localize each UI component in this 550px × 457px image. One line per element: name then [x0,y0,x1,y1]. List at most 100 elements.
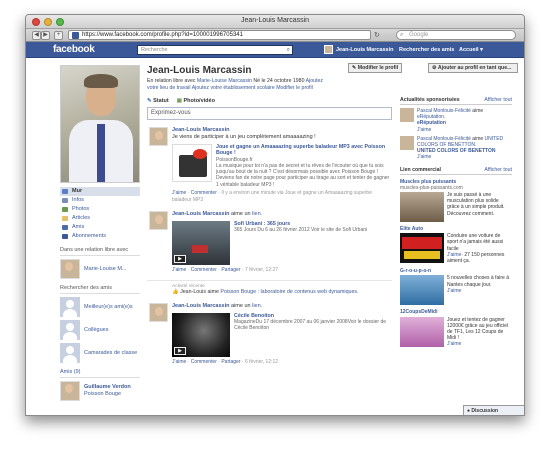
facebook-top-bar: facebook Recherche ⌕ Jean-Louis Marcassin… [26,42,524,58]
like-link[interactable]: J'aime [447,288,461,294]
attachment-title[interactable]: Joue et gagne un Amaaaazing superbe bala… [216,144,392,157]
menu-item-info[interactable]: Infos [60,196,140,205]
comment-link[interactable]: Commenter [191,190,217,196]
friends-title[interactable]: Amis (9) [60,369,140,378]
like-link[interactable]: J'aime [172,359,186,365]
find-friends-best[interactable]: Meilleur(e)s ami(e)s [60,297,140,317]
like-link[interactable]: J'aime [417,127,431,133]
ad-image[interactable] [400,275,444,306]
ad-item[interactable]: Elite Auto Conduire une voiture de sport… [400,226,512,264]
edit-profile-link[interactable]: Modifier le profil [276,85,313,91]
like-link[interactable]: J'aime [447,341,461,347]
like-link[interactable]: J'aime [447,252,461,258]
ad-title[interactable]: 12CoupsDeMidi [400,309,512,315]
page-content: Mur Infos Photos Articles Amis Abonnemen… [26,59,524,415]
find-friends-colleagues[interactable]: Collègues [60,320,140,340]
ad-title[interactable]: Elite Auto [400,226,512,232]
sponsor-page-title[interactable]: UNITED COLORS OF BENETTON [417,148,496,154]
tab-status-label: Statut [153,98,169,104]
edit-profile-button[interactable]: ✎ Modifier le profil [348,63,403,73]
sponsor-avatar[interactable] [400,108,414,122]
address-bar[interactable]: https://www.facebook.com/profile.php?id=… [68,30,371,40]
sponsor-page-title[interactable]: eRéputation [417,120,446,126]
profile-picture[interactable] [60,65,140,183]
ad-image[interactable] [400,233,444,264]
menu-item-friends[interactable]: Amis [60,223,140,232]
ad-item[interactable]: 12CoupsDeMidi Jouez et tentez de gagner … [400,309,512,347]
edit-profile-label: Modifier le profil [357,65,399,71]
post-author[interactable]: Jean-Louis Marcassin [172,127,229,133]
tab-status[interactable]: ✎ Statut [147,98,169,104]
like-link[interactable]: J'aime [172,190,186,196]
google-search-field[interactable]: ⌕ Google [396,30,516,40]
comment-link[interactable]: Commenter [191,267,217,273]
ad-image[interactable] [400,192,444,223]
ad-item[interactable]: G-r-o-u-p-o-n 5 nouvelles choses à faire… [400,268,512,306]
ad-title[interactable]: G-r-o-u-p-o-n [400,268,512,274]
author-avatar[interactable] [149,211,168,231]
post-object-link[interactable]: lien. [252,211,262,217]
share-link[interactable]: Partager [221,359,240,365]
reload-icon[interactable]: ↻ [374,31,380,39]
friend-item[interactable]: Guillaume Verdon Poisson Bouge [60,381,140,401]
share-link[interactable]: Partager [221,267,240,273]
menu-item-wall[interactable]: Mur [60,187,140,196]
post-meta: J'aime · Commenter · Partager · 7 févrie… [172,267,279,274]
activity-text: Jean-Louis aime [180,289,221,296]
relation-section-title: Dans une relation libre avec [60,247,140,256]
play-icon[interactable]: ▶ [174,255,186,264]
silhouette-icon [60,343,80,363]
add-school-link[interactable]: Ajoutez votre établissement scolaire [191,85,277,91]
play-icon[interactable]: ▶ [174,346,186,355]
chat-bar[interactable]: ● Discussion instantanée (15) [463,405,524,415]
relation-person[interactable]: Marie-Louise M... [60,259,140,279]
find-friends-classmates[interactable]: Camarades de classe [60,343,140,363]
post-author[interactable]: Jean-Louis Marcassin [172,303,229,309]
back-button[interactable]: ◀ [32,31,41,40]
video-thumbnail[interactable]: ▶ [172,312,230,357]
sponsor-page-link[interactable]: eRéputation. [417,114,445,120]
post-object-link[interactable]: lien. [252,303,262,309]
feed-post: Jean-Louis Marcassin aime un lien. ▶ Sof… [147,211,392,274]
menu-item-subscriptions[interactable]: Abonnements [60,232,140,241]
sponsor-avatar[interactable] [400,135,414,150]
video-thumbnail[interactable]: ▶ [172,221,230,266]
menu-item-notes[interactable]: Articles [60,214,140,223]
user-profile-link[interactable]: Jean-Louis Marcassin [336,45,393,55]
ad-item[interactable]: Muscles plus puissants muscles-plus-puis… [400,179,512,223]
comment-link[interactable]: Commenter [191,359,217,365]
find-friends-link[interactable]: Rechercher des amis [399,45,454,55]
attachment-description: 365 Jours Du 6 au 26 février 2012 Voir l… [234,227,368,234]
ads-show-all-link[interactable]: Afficher tout [484,167,512,173]
add-bookmark-button[interactable]: + [54,31,63,40]
ad-text: Je suis passé à une musculation plus sol… [447,192,505,217]
sponsor-name[interactable]: Pascal Monlouis-Félicité [417,108,471,114]
like-link[interactable]: J'aime [417,154,431,160]
menu-item-photos[interactable]: Photos [60,205,140,214]
home-link[interactable]: Accueil ▾ [459,45,483,55]
like-link[interactable]: J'aime [172,267,186,273]
status-input[interactable]: Exprimez-vous [147,107,392,120]
post-attachment: ▶ Sofi Urbani : 365 jours 365 Jours Du 6… [172,221,392,266]
ad-image[interactable] [400,316,444,347]
facebook-logo[interactable]: facebook [53,44,95,55]
attachment-description: La musique pour toi n'a pas de secret et… [216,162,390,188]
forward-button[interactable]: ▶ [41,31,50,40]
sponsor-name[interactable]: Pascal Monlouis-Félicité [417,136,471,142]
user-avatar-small[interactable] [324,45,333,54]
info-text: En relation libre avec [147,78,197,84]
author-avatar[interactable] [149,127,168,146]
activity-link[interactable]: Poisson Bouge : laboratoire de contenus … [220,289,358,295]
add-work-link[interactable]: Ajoutez [306,78,323,84]
add-to-profile-button[interactable]: ⚙ Ajouter au profil en tant que... [428,63,518,73]
partner-link[interactable]: Marie-Louise Marcassin [197,78,252,84]
facebook-search-input[interactable]: Recherche ⌕ [137,45,293,55]
sponsored-show-all-link[interactable]: Afficher tout [484,97,512,103]
birthday-text: Né le 24 octobre 1980 [251,78,306,84]
author-avatar[interactable] [149,302,168,322]
main-column: Jean-Louis Marcassin En relation libre a… [147,65,392,366]
tab-photo-video[interactable]: ▣ Photo/vidéo [177,98,215,104]
add-work-link-2[interactable]: votre lieu de travail [147,85,191,91]
mp3-player-thumbnail[interactable] [172,144,212,182]
post-author[interactable]: Jean-Louis Marcassin [172,211,229,217]
